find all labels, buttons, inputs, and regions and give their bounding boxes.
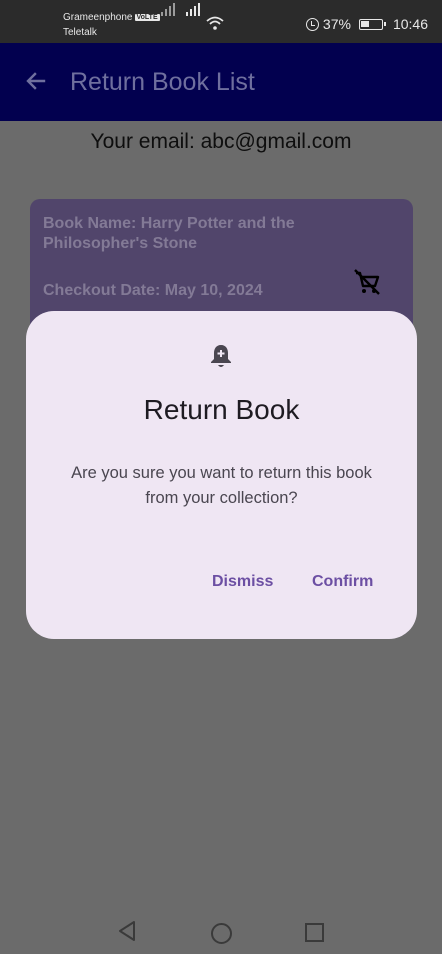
alarm-icon (305, 17, 319, 31)
battery-percent: 37% (322, 16, 351, 32)
dialog-message: Are you sure you want to return this boo… (71, 464, 372, 507)
nav-back-icon[interactable] (117, 920, 137, 942)
status-bar: Grameenphone VoLTE Teletalk 37% 10:46 (0, 0, 442, 43)
bell-plus-icon (211, 345, 231, 367)
carrier-primary: Grameenphone VoLTE (63, 12, 160, 23)
nav-recents-icon[interactable] (305, 923, 324, 942)
wifi-icon (206, 16, 224, 30)
nav-home-icon[interactable] (211, 923, 232, 944)
dialog-title: Return Book (143, 394, 300, 425)
return-book-dialog: Return Book Are you sure you want to ret… (26, 311, 417, 639)
system-nav-bar (0, 902, 442, 954)
status-right: 37% 10:46 (305, 16, 428, 32)
battery-icon (358, 18, 386, 30)
carrier-primary-label: Grameenphone (63, 12, 133, 23)
dismiss-button[interactable]: Dismiss (206, 569, 279, 595)
carrier-secondary: Teletalk (63, 27, 97, 38)
volte-badge: VoLTE (134, 14, 160, 21)
clock: 10:46 (392, 16, 428, 32)
confirm-button[interactable]: Confirm (306, 569, 379, 595)
